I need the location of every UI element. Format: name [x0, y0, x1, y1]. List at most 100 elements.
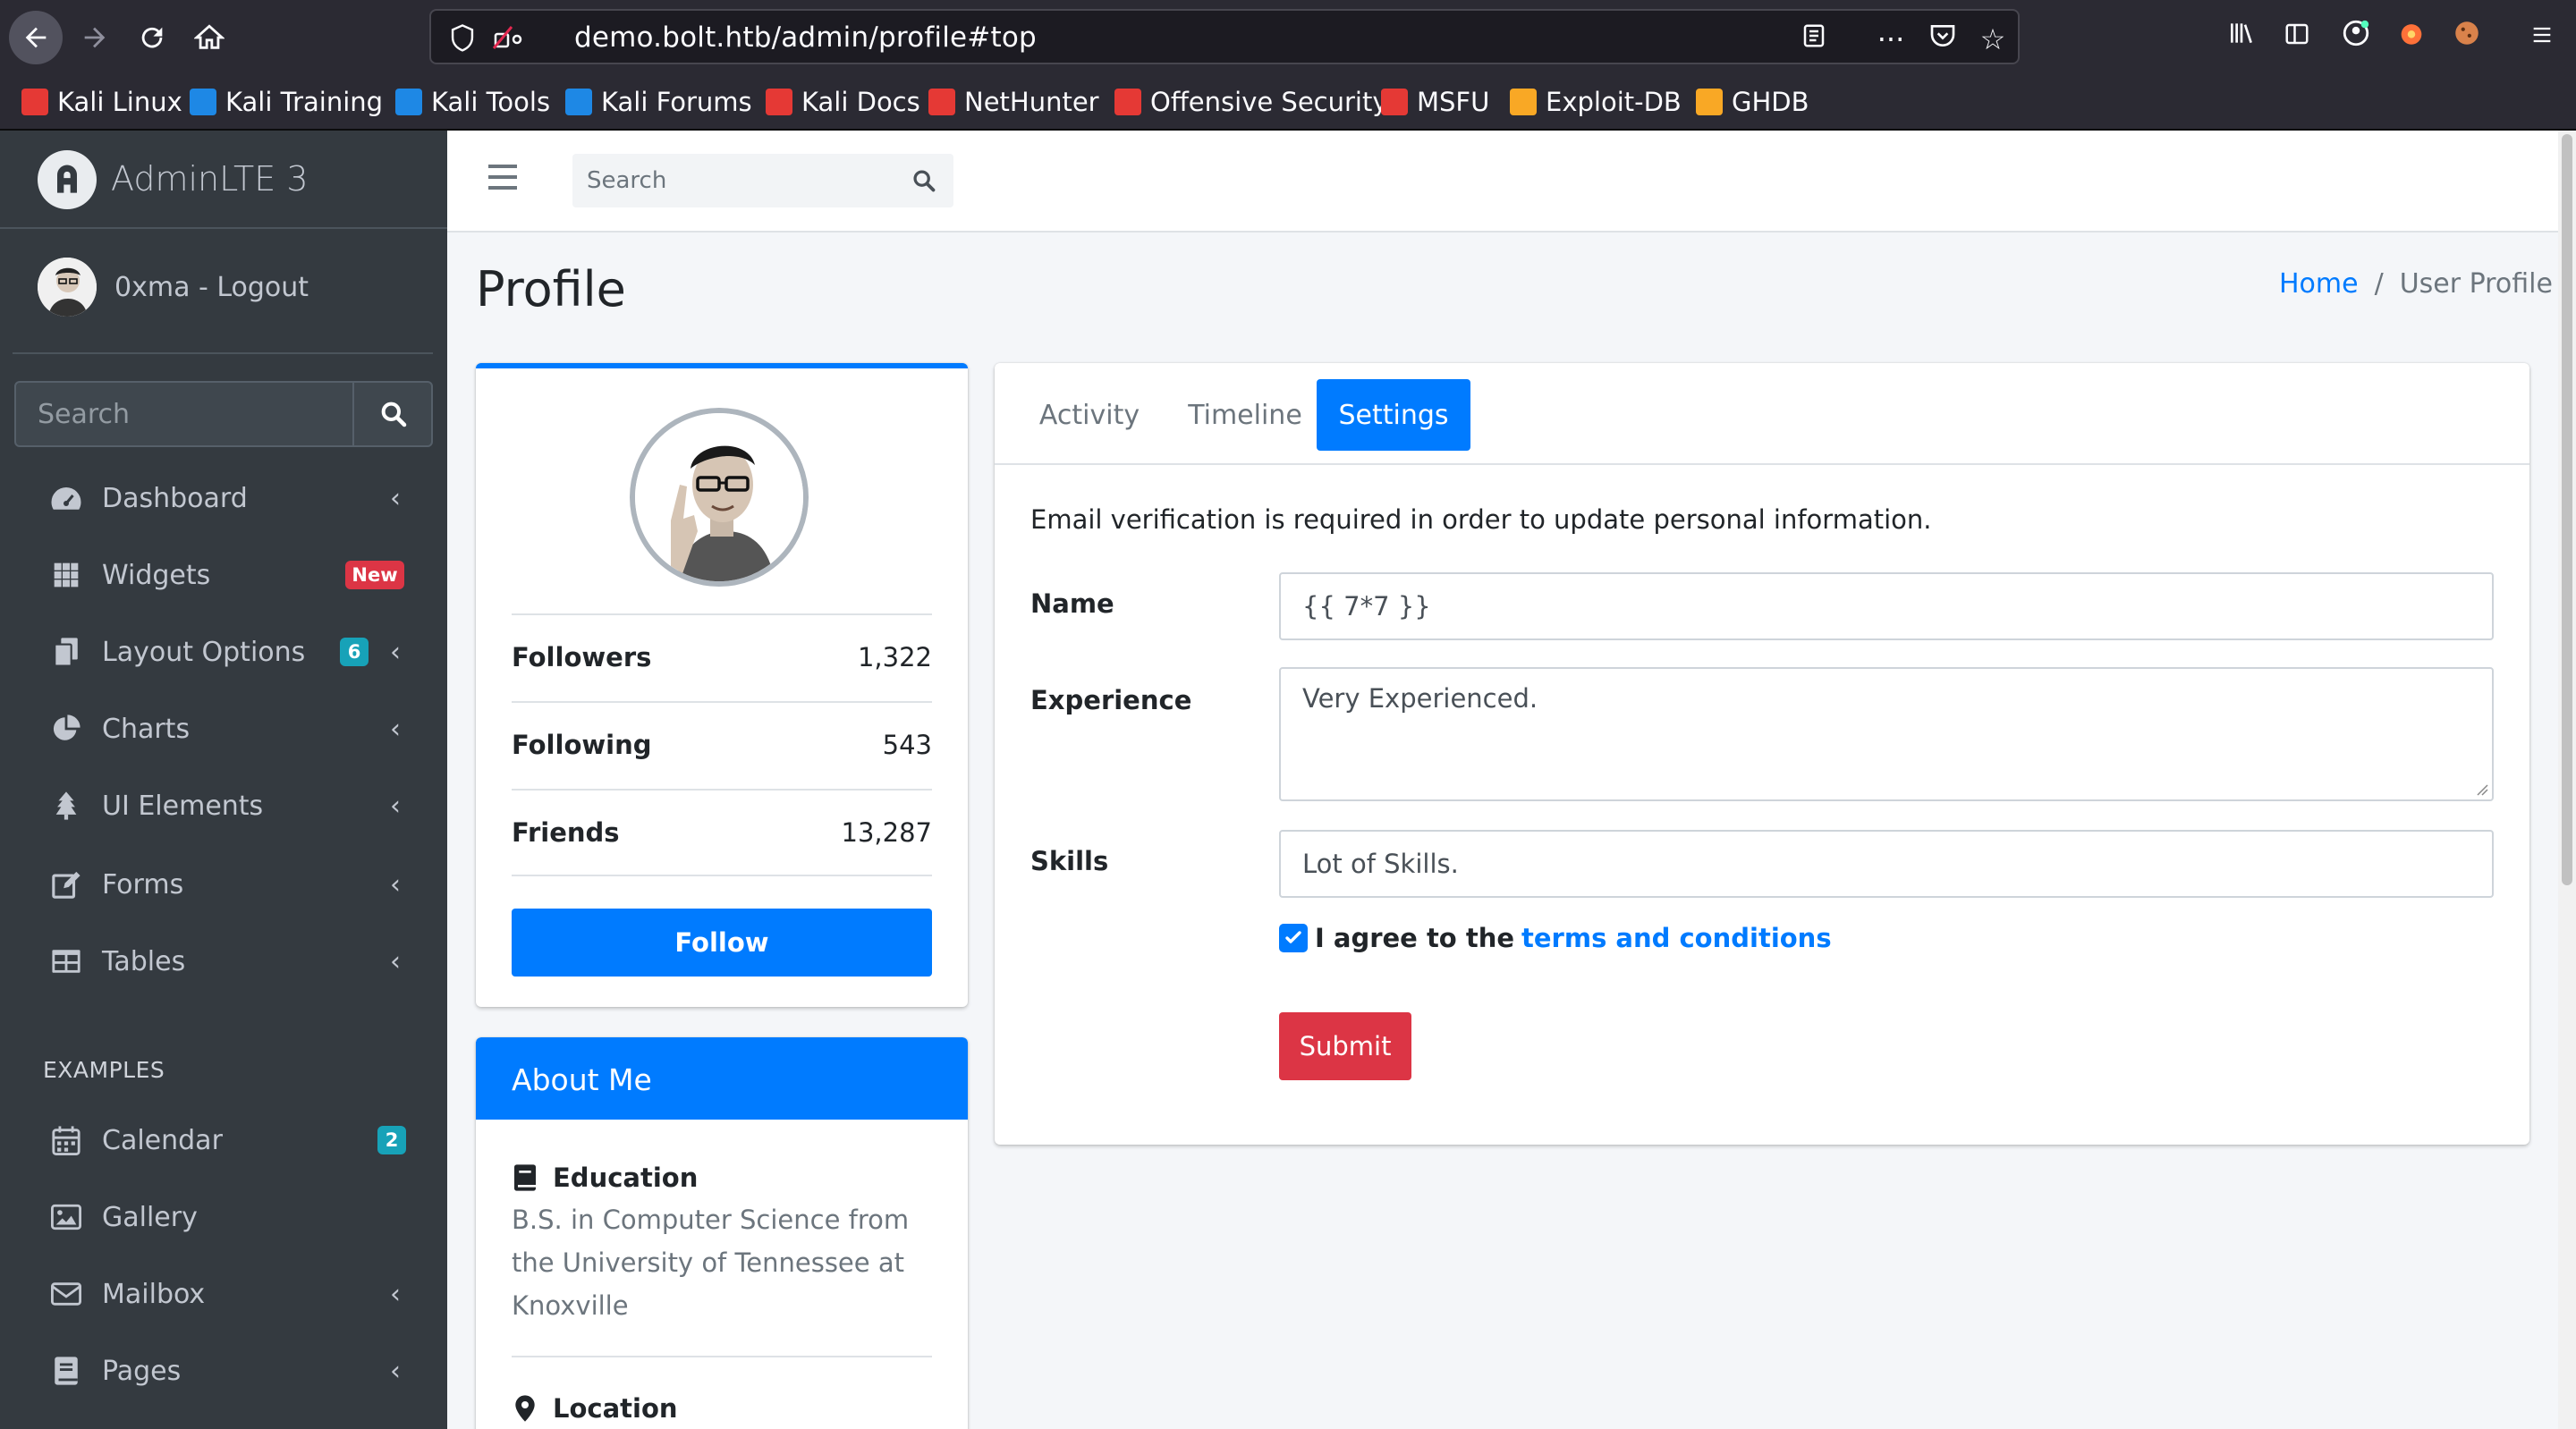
breadcrumb: Home / User Profile	[2279, 268, 2553, 300]
sidebar-item-forms[interactable]: Forms ‹	[14, 851, 433, 917]
grid-icon	[48, 557, 84, 593]
name-label: Name	[1030, 588, 1114, 619]
bookmark-kali-training[interactable]: Kali Training	[190, 84, 383, 120]
scrollbar-thumb[interactable]	[2562, 134, 2572, 885]
book-icon	[514, 1164, 536, 1191]
table-icon	[48, 943, 84, 979]
tab-timeline[interactable]: Timeline	[1170, 379, 1320, 451]
edit-icon	[48, 867, 84, 902]
terms-checkbox[interactable]	[1279, 924, 1308, 952]
user-logout-link[interactable]: 0xma - Logout	[114, 272, 309, 303]
profile-picture	[630, 408, 809, 587]
sidebar-item-gallery[interactable]: Gallery	[14, 1184, 433, 1250]
sidebar-item-tables[interactable]: Tables ‹	[14, 928, 433, 994]
search-icon	[913, 170, 936, 192]
education-text: B.S. in Computer Science from the Univer…	[512, 1205, 910, 1321]
bookmark-nethunter[interactable]: NetHunter	[928, 84, 1099, 120]
arrow-left-icon	[25, 27, 47, 48]
home-icon	[194, 24, 225, 49]
kali-docs-icon	[766, 89, 792, 115]
bookmarks-bar: Kali Linux Kali Training Kali Tools Kali…	[0, 75, 2576, 131]
skills-input[interactable]	[1279, 830, 2494, 898]
navbar-search-button[interactable]	[894, 154, 953, 207]
bookmark-kali-docs[interactable]: Kali Docs	[766, 84, 920, 120]
bookmark-exploit-db[interactable]: Exploit-DB	[1510, 84, 1682, 120]
page-title: Profile	[476, 261, 626, 317]
navbar-search-input[interactable]	[572, 154, 894, 207]
bookmark-offensive-security[interactable]: Offensive Security	[1114, 84, 1388, 120]
more-actions-icon[interactable]: ···	[1873, 21, 1909, 57]
sidebar-item-widgets[interactable]: Widgets New	[14, 542, 433, 608]
browser-toolbar: demo.bolt.htb/admin/profile#top ··· ☆	[0, 0, 2576, 75]
sidebar-item-charts[interactable]: Charts ‹	[14, 696, 433, 762]
sidebar-item-ui-elements[interactable]: UI Elements ‹	[14, 773, 433, 839]
url-text[interactable]: demo.bolt.htb/admin/profile#top	[574, 21, 1037, 54]
home-button[interactable]	[182, 11, 236, 64]
extension-cookie-icon[interactable]	[2447, 18, 2487, 57]
about-divider	[512, 1356, 932, 1357]
back-button[interactable]	[9, 11, 63, 64]
sidebar-search	[14, 381, 433, 447]
sidebar-item-mailbox[interactable]: Mailbox ‹	[14, 1261, 433, 1327]
copy-icon	[48, 634, 84, 670]
bookmark-star-icon[interactable]: ☆	[1975, 21, 2011, 57]
envelope-icon	[48, 1276, 84, 1312]
bookmark-kali-tools[interactable]: Kali Tools	[395, 84, 550, 120]
sidebar-item-dashboard[interactable]: Dashboard ‹	[14, 465, 433, 531]
avatar[interactable]	[38, 258, 97, 317]
kali-tools-icon	[395, 89, 422, 115]
url-bar[interactable]: demo.bolt.htb/admin/profile#top ··· ☆	[429, 9, 2020, 64]
sidebar-item-pages[interactable]: Pages ‹	[14, 1338, 433, 1404]
pocket-icon[interactable]	[1925, 21, 1961, 57]
bookmark-kali-forums[interactable]: Kali Forums	[565, 84, 752, 120]
location-title: Location	[512, 1393, 678, 1424]
resize-grip-icon[interactable]	[2474, 782, 2488, 796]
hamburger-menu-icon[interactable]	[488, 165, 517, 190]
page-scrollbar[interactable]	[2558, 131, 2576, 1429]
navbar-search	[572, 154, 953, 207]
profile-card: Followers 1,322 Following 543 Friends 13…	[476, 363, 968, 1007]
bookmark-kali-linux[interactable]: Kali Linux	[21, 84, 182, 120]
count-badge: 2	[377, 1126, 406, 1154]
tab-activity[interactable]: Activity	[1018, 379, 1161, 451]
msfu-icon	[1381, 89, 1408, 115]
nethunter-icon	[928, 89, 955, 115]
shield-icon[interactable]	[449, 23, 476, 54]
exploit-db-icon	[1510, 89, 1537, 115]
arrow-right-icon	[84, 27, 106, 48]
skills-label: Skills	[1030, 846, 1109, 876]
tab-settings[interactable]: Settings	[1317, 379, 1470, 451]
about-me-header: About Me	[476, 1037, 968, 1120]
sidebar-search-button[interactable]	[352, 383, 433, 445]
account-icon[interactable]	[2336, 18, 2376, 57]
bookmark-msfu[interactable]: MSFU	[1381, 84, 1489, 120]
reader-view-icon[interactable]	[1796, 21, 1832, 57]
checkmark-icon	[1285, 931, 1301, 943]
submit-button[interactable]: Submit	[1279, 1012, 1411, 1080]
extension-fox-icon[interactable]	[2392, 18, 2431, 57]
forward-button[interactable]	[68, 11, 122, 64]
brand-text: AdminLTE 3	[111, 159, 309, 199]
main-header	[447, 131, 2558, 233]
reload-button[interactable]	[125, 11, 179, 64]
follow-button[interactable]: Follow	[512, 909, 932, 977]
user-panel: 0xma - Logout	[13, 247, 433, 354]
library-icon[interactable]	[2222, 18, 2261, 57]
terms-link[interactable]: terms and conditions	[1521, 923, 1832, 953]
menu-icon[interactable]	[2522, 18, 2562, 57]
sidebar-toggle-icon[interactable]	[2277, 18, 2317, 57]
chevron-left-icon: ‹	[390, 868, 401, 901]
experience-textarea[interactable]: Very Experienced.	[1279, 667, 2494, 801]
brand-link[interactable]: AdminLTE 3	[0, 131, 447, 229]
email-verification-notice: Email verification is required in order …	[1030, 504, 1932, 535]
breadcrumb-home-link[interactable]: Home	[2279, 268, 2359, 300]
sidebar-item-layout-options[interactable]: Layout Options 6 ‹	[14, 619, 433, 685]
name-input[interactable]	[1279, 572, 2494, 640]
bookmark-ghdb[interactable]: GHDB	[1696, 84, 1809, 120]
about-me-title: About Me	[512, 1062, 652, 1097]
sidebar-search-input[interactable]	[16, 383, 352, 445]
insecure-lock-icon[interactable]	[492, 21, 524, 54]
sidebar-item-calendar[interactable]: Calendar 2	[14, 1107, 433, 1173]
chevron-left-icon: ‹	[390, 482, 401, 514]
dashboard-icon	[48, 480, 84, 516]
